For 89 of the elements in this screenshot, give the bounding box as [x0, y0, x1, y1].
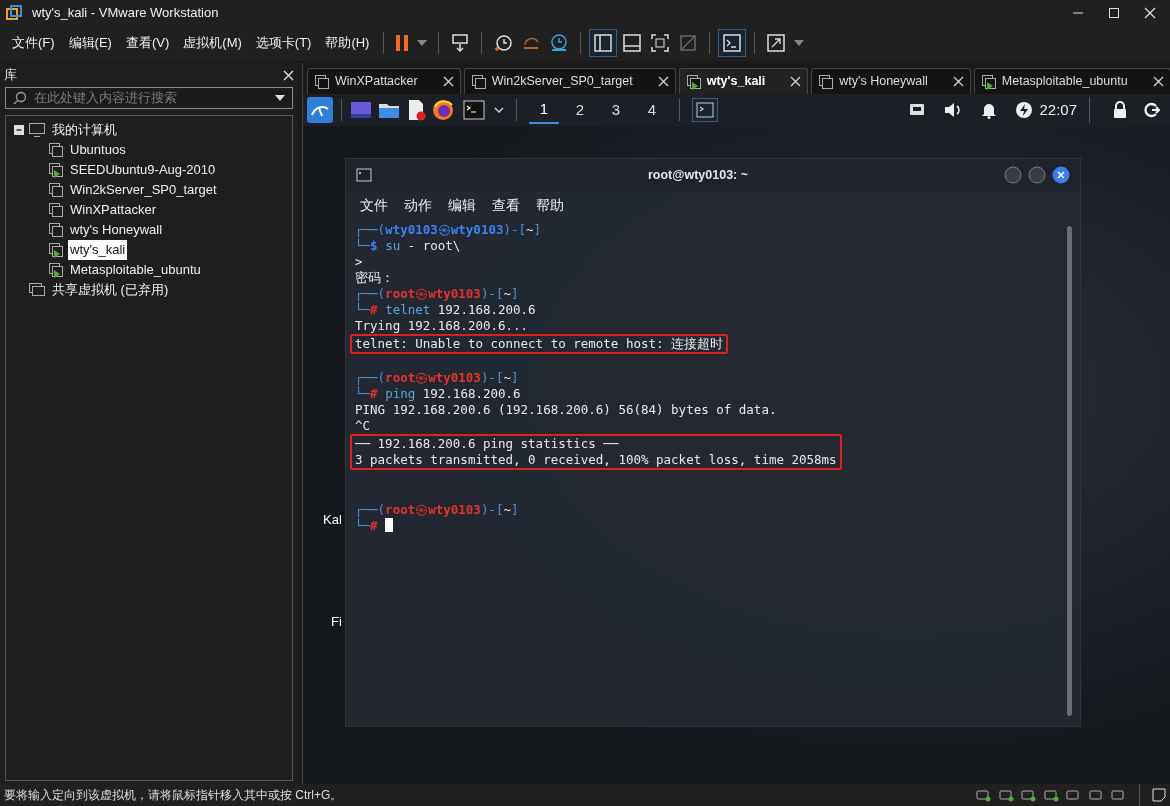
output-line: 密码：	[355, 270, 395, 286]
command-line: └─$ su - root\	[355, 238, 462, 254]
minimize-icon[interactable]	[1004, 166, 1022, 184]
tree-item[interactable]: wty's_kali	[68, 240, 128, 260]
close-icon[interactable]	[952, 76, 964, 87]
vm-tab[interactable]: Win2kServer_SP0_target	[463, 68, 676, 94]
desktop-icon-label[interactable]: Kal	[323, 510, 342, 530]
close-icon[interactable]	[657, 76, 669, 87]
menu-item[interactable]: 查看(V)	[119, 30, 176, 56]
status-text: 要将输入定向到该虚拟机，请将鼠标指针移入其中或按 Ctrl+G。	[4, 787, 343, 804]
output-line: ^C	[355, 418, 372, 434]
menu-item[interactable]: 帮助	[536, 195, 564, 216]
sidebar-layout-icon[interactable]	[593, 33, 614, 53]
scrollbar[interactable]	[1067, 226, 1072, 716]
fullscreen-icon[interactable]	[766, 33, 787, 53]
vm-tab[interactable]: WinXPattacker	[307, 68, 461, 94]
prompt-line: ┌──(root㉿wty0103)-[~]	[355, 370, 520, 386]
menu-item[interactable]: 编辑(E)	[62, 30, 118, 56]
shared-computer-icon	[28, 282, 46, 298]
bottom-panel-icon[interactable]	[622, 33, 643, 53]
menu-item[interactable]: 动作	[404, 195, 432, 216]
prompt-line: ┌──(root㉿wty0103)-[~]	[355, 286, 520, 302]
search-icon	[13, 91, 27, 105]
fit-screen-icon[interactable]	[650, 33, 671, 53]
vm-tab[interactable]: wty's Honeywall	[811, 68, 971, 94]
terminal-icon	[356, 168, 372, 182]
close-icon[interactable]	[1152, 76, 1164, 87]
menu-item[interactable]: 文件(F)	[6, 30, 61, 56]
snapshot-manager-icon[interactable]	[549, 33, 570, 53]
workspace-button[interactable]: 2	[565, 96, 595, 124]
computer-icon	[28, 122, 46, 138]
terminal-icon[interactable]	[463, 100, 485, 120]
note-icon[interactable]	[1152, 788, 1166, 802]
workspace-button[interactable]: 3	[601, 96, 631, 124]
close-icon[interactable]	[283, 69, 294, 81]
menu-item[interactable]: 虚拟机(M)	[177, 30, 248, 56]
prompt-line: ┌──(root㉿wty0103)-[~]	[355, 502, 520, 518]
menu-item[interactable]: 查看	[492, 195, 520, 216]
workspace-button[interactable]: 4	[637, 96, 667, 124]
close-icon[interactable]	[1144, 6, 1156, 19]
caret-icon[interactable]	[275, 95, 285, 101]
prompt-line: ┌──(wty0103㉿wty0103)-[~]	[355, 222, 543, 238]
clock: 22:07	[1039, 99, 1077, 120]
window-title: wty's_kali - VMware Workstation	[32, 3, 220, 22]
menu-item[interactable]: 帮助(H)	[319, 30, 376, 56]
close-icon[interactable]	[1052, 166, 1070, 184]
desktop-icon-label[interactable]: Fi	[331, 612, 342, 632]
output-line: PING 192.168.200.6 (192.168.200.6) 56(84) bytes of data.	[355, 402, 778, 418]
vmware-logo-icon	[6, 4, 22, 21]
console-icon[interactable]	[722, 33, 743, 53]
close-icon[interactable]	[442, 76, 454, 87]
vm-tab[interactable]: Metasploitable_ubuntu	[973, 68, 1170, 94]
tree-item[interactable]: 共享虚拟机 (已弃用)	[50, 280, 171, 300]
tree-item[interactable]: 我的计算机	[50, 120, 119, 140]
tree-item[interactable]: Metasploitable_ubuntu	[68, 260, 203, 280]
output-line: 3 packets transmitted, 0 received, 100% packet loss, time 2058ms	[355, 452, 837, 468]
document-icon[interactable]	[406, 99, 426, 121]
pause-icon[interactable]	[395, 34, 410, 52]
tree-item[interactable]: wty's Honeywall	[68, 220, 165, 240]
logout-icon[interactable]	[1144, 102, 1160, 118]
collapse-icon[interactable]	[14, 125, 24, 135]
tree-item[interactable]: Ubuntuos	[68, 140, 128, 160]
terminal-title: root@wty0103: ~	[646, 166, 750, 184]
lightning-icon[interactable]	[1015, 101, 1034, 119]
workspace-button[interactable]: 1	[529, 96, 559, 124]
output-line: telnet: Unable to connect to remote host: 连接超时	[355, 336, 724, 352]
search-field[interactable]: 在此处键入内容进行搜索	[5, 87, 293, 109]
output-line: >	[355, 254, 364, 270]
tree-item[interactable]: Win2kServer_SP0_target	[68, 180, 219, 200]
menu-item[interactable]: 编辑	[448, 195, 476, 216]
tree-item[interactable]: WinXPattacker	[68, 200, 158, 220]
command-line: └─#	[355, 518, 1061, 534]
menu-item[interactable]: 文件	[360, 195, 388, 216]
command-line: └─# ping 192.168.200.6	[355, 386, 522, 402]
keyboard-send-icon[interactable]	[450, 33, 471, 53]
vm-tab[interactable]: wty's_kali	[678, 68, 809, 94]
terminal-icon[interactable]	[696, 102, 714, 118]
caret-icon[interactable]	[494, 107, 504, 113]
menu-item[interactable]: 选项卡(T)	[249, 30, 318, 56]
lock-icon[interactable]	[1112, 101, 1128, 119]
desktop-icon[interactable]	[350, 100, 372, 120]
snapshot-clock-icon[interactable]	[493, 33, 514, 53]
output-line: ── 192.168.200.6 ping statistics ──	[355, 436, 620, 452]
library-title: 库	[4, 66, 17, 85]
close-icon[interactable]	[790, 76, 802, 87]
bell-icon[interactable]	[981, 101, 998, 119]
command-line: └─# telnet 192.168.200.6	[355, 302, 537, 318]
tree-item[interactable]: SEEDUbuntu9-Aug-2010	[68, 160, 218, 180]
output-line: Trying 192.168.200.6...	[355, 318, 530, 334]
